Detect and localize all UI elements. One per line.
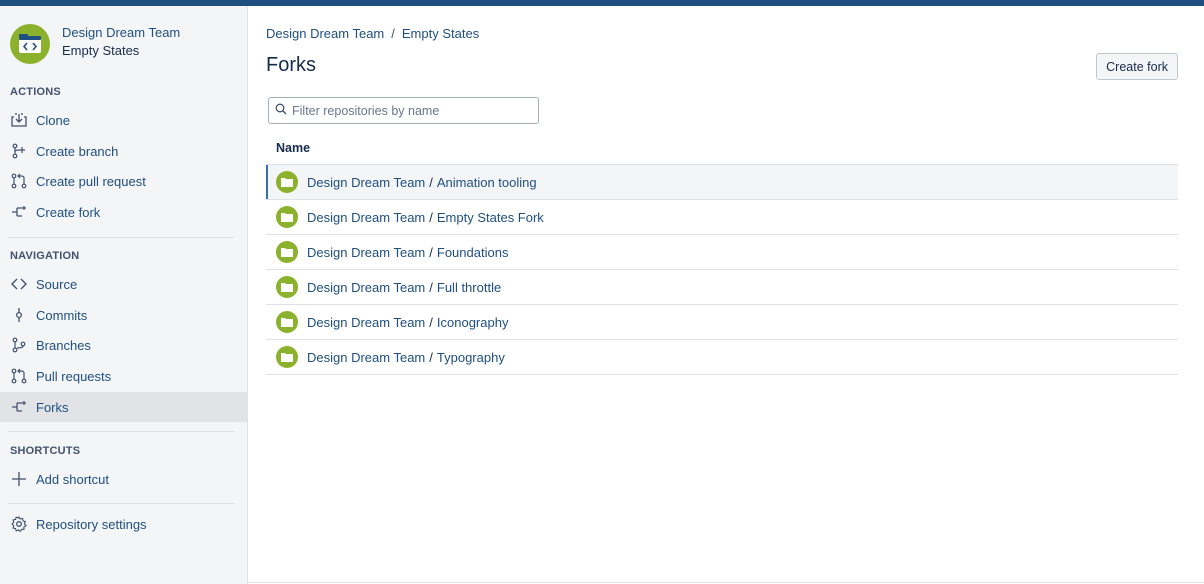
create-fork-button[interactable]: Create fork — [1096, 53, 1178, 80]
table-row[interactable]: Design Dream Team / Typography — [266, 340, 1178, 375]
gear-icon — [10, 515, 28, 533]
fork-icon — [10, 398, 28, 416]
breadcrumb-separator: / — [391, 26, 395, 41]
repo-avatar — [276, 346, 298, 368]
sidebar-item-clone[interactable]: Clone — [0, 105, 247, 135]
fork-repo-link[interactable]: Full throttle — [437, 280, 501, 295]
repo-avatar — [276, 241, 298, 263]
code-repo-icon — [19, 34, 41, 53]
table-row[interactable]: Design Dream Team / Iconography — [266, 305, 1178, 340]
repo-avatar — [276, 276, 298, 298]
name-column-header: Name — [276, 141, 311, 155]
sidebar-item-create-pull-request[interactable]: Create pull request — [0, 166, 247, 196]
path-separator: / — [429, 174, 433, 190]
clone-icon — [10, 111, 28, 129]
fork-icon — [10, 203, 28, 221]
navigation-section-title: NAVIGATION — [10, 250, 80, 262]
fork-project-link[interactable]: Design Dream Team — [307, 245, 425, 260]
table-row[interactable]: Design Dream Team / Empty States Fork — [266, 200, 1178, 235]
fork-project-link[interactable]: Design Dream Team — [307, 280, 425, 295]
repo-avatar[interactable] — [10, 24, 50, 64]
pull-request-icon — [10, 172, 28, 190]
sidebar-item-label: Commits — [36, 307, 88, 323]
sidebar-item-label: Repository settings — [36, 516, 147, 532]
sidebar-divider — [8, 503, 234, 504]
repo-header[interactable]: Design Dream Team Empty States — [8, 20, 240, 68]
sidebar-item-forks[interactable]: Forks — [0, 392, 247, 422]
repo-name: Empty States — [62, 43, 140, 58]
search-icon — [275, 103, 287, 118]
commit-icon — [10, 306, 28, 324]
table-row[interactable]: Design Dream Team / Full throttle — [266, 270, 1178, 305]
main-content: Design Dream Team / Empty States Forks Cre… — [266, 6, 1178, 584]
sidebar-item-label: Clone — [36, 112, 70, 128]
sidebar-divider — [8, 431, 234, 432]
sidebar-item-create-branch[interactable]: Create branch — [0, 136, 247, 166]
fork-repo-link[interactable]: Empty States Fork — [437, 210, 544, 225]
fork-project-link[interactable]: Design Dream Team — [307, 175, 425, 190]
branch-icon — [10, 336, 28, 354]
folder-icon — [281, 353, 293, 362]
filter-repositories-input[interactable] — [292, 103, 532, 118]
sidebar-item-label: Source — [36, 276, 78, 292]
sidebar-item-label: Create fork — [36, 204, 101, 220]
path-separator: / — [429, 209, 433, 225]
sidebar-item-label: Create branch — [36, 143, 119, 159]
forks-table: Design Dream Team / Animation tooling Desi… — [266, 164, 1178, 375]
folder-icon — [281, 178, 293, 187]
actions-section-title: ACTIONS — [10, 86, 61, 98]
path-separator: / — [429, 244, 433, 260]
path-separator: / — [429, 314, 433, 330]
breadcrumb-project-link[interactable]: Design Dream Team — [266, 26, 384, 41]
fork-repo-link[interactable]: Iconography — [437, 315, 509, 330]
path-separator: / — [429, 349, 433, 365]
sidebar-item-label: Create pull request — [36, 173, 146, 189]
repo-avatar — [276, 206, 298, 228]
breadcrumb-repo-link[interactable]: Empty States — [402, 26, 479, 41]
fork-project-link[interactable]: Design Dream Team — [307, 315, 425, 330]
table-row[interactable]: Design Dream Team / Foundations — [266, 235, 1178, 270]
create-branch-icon — [10, 142, 28, 160]
fork-repo-link[interactable]: Typography — [437, 350, 505, 365]
sidebar-item-add-shortcut[interactable]: Add shortcut — [0, 464, 247, 494]
project-link[interactable]: Design Dream Team — [62, 25, 180, 40]
sidebar-item-pull-requests[interactable]: Pull requests — [0, 361, 247, 391]
sidebar-item-create-fork[interactable]: Create fork — [0, 197, 247, 227]
breadcrumb: Design Dream Team / Empty States — [266, 26, 479, 41]
sidebar-item-source[interactable]: Source — [0, 269, 247, 299]
sidebar-divider — [8, 237, 234, 238]
sidebar-item-label: Branches — [36, 337, 91, 353]
pull-request-icon — [10, 367, 28, 385]
sidebar: Design Dream Team Empty States ACTIONS C… — [0, 6, 248, 584]
page-title: Forks — [266, 54, 316, 76]
folder-icon — [281, 318, 293, 327]
sidebar-item-branches[interactable]: Branches — [0, 330, 247, 360]
sidebar-item-label: Pull requests — [36, 368, 112, 384]
shortcuts-section-title: SHORTCUTS — [10, 445, 81, 457]
fork-repo-link[interactable]: Animation tooling — [437, 175, 537, 190]
folder-icon — [281, 213, 293, 222]
filter-box[interactable] — [268, 97, 539, 124]
fork-project-link[interactable]: Design Dream Team — [307, 350, 425, 365]
path-separator: / — [429, 279, 433, 295]
sidebar-item-label: Add shortcut — [36, 471, 109, 487]
repo-avatar — [276, 171, 298, 193]
footer-divider — [248, 582, 1204, 583]
folder-icon — [281, 248, 293, 257]
folder-icon — [281, 283, 293, 292]
fork-repo-link[interactable]: Foundations — [437, 245, 509, 260]
repo-avatar — [276, 311, 298, 333]
fork-project-link[interactable]: Design Dream Team — [307, 210, 425, 225]
table-row[interactable]: Design Dream Team / Animation tooling — [266, 165, 1178, 200]
sidebar-item-commits[interactable]: Commits — [0, 300, 247, 330]
sidebar-item-label: Forks — [36, 399, 69, 415]
sidebar-item-repository-settings[interactable]: Repository settings — [0, 509, 247, 539]
source-icon — [10, 275, 28, 293]
plus-icon — [10, 470, 28, 488]
